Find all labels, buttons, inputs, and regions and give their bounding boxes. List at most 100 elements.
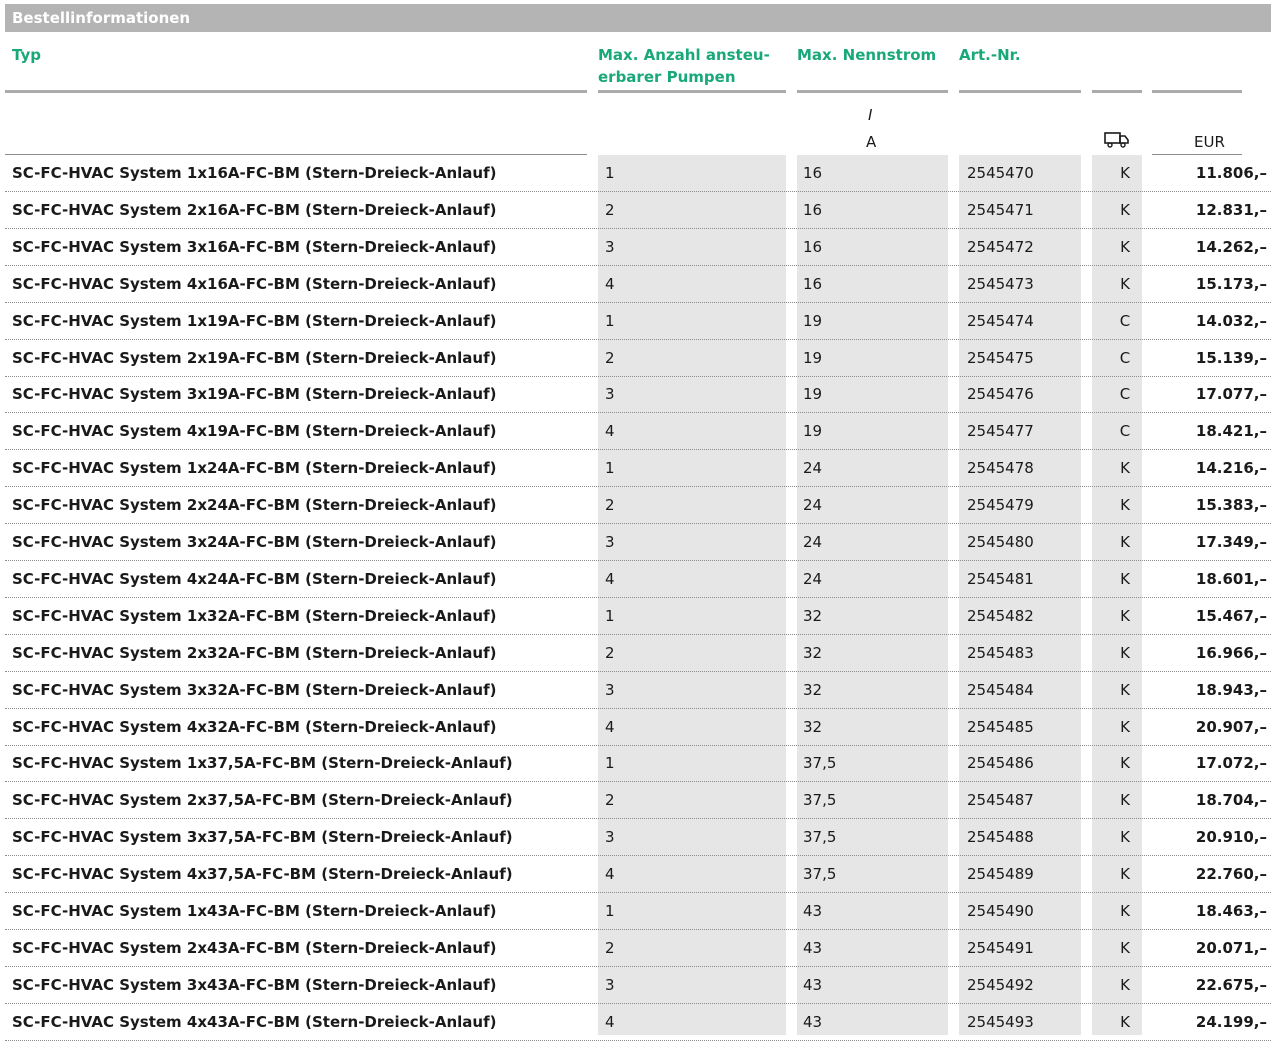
cell-typ: SC-FC-HVAC System 3x19A-FC-BM (Stern-Dre… xyxy=(12,385,497,404)
cell-delivery: K xyxy=(1120,459,1130,478)
cell-delivery: K xyxy=(1120,643,1130,662)
cell-typ: SC-FC-HVAC System 1x16A-FC-BM (Stern-Dre… xyxy=(12,164,497,182)
cell-price: 17.077,– xyxy=(1195,385,1267,404)
cell-delivery: K xyxy=(1120,533,1130,551)
cell-article: 2545478 xyxy=(967,459,1034,478)
cell-current: 16 xyxy=(803,274,823,293)
header-article: Art.-Nr. xyxy=(959,46,1021,64)
table-row: SC-FC-HVAC System 2x16A-FC-BM (Stern-Dre… xyxy=(5,192,1271,229)
cell-current: 24 xyxy=(803,459,823,478)
cell-delivery: K xyxy=(1120,1012,1130,1031)
cell-delivery: C xyxy=(1119,311,1131,330)
cell-price: 20.910,– xyxy=(1195,828,1267,847)
cell-current: 32 xyxy=(803,606,823,625)
cell-article: 2545487 xyxy=(967,791,1034,810)
cell-price: 17.072,– xyxy=(1195,754,1267,773)
cell-pumps: 4 xyxy=(605,569,615,588)
cell-pumps: 3 xyxy=(605,237,615,256)
cell-delivery: K xyxy=(1120,237,1130,256)
cell-typ: SC-FC-HVAC System 2x24A-FC-BM (Stern-Dre… xyxy=(12,496,497,515)
cell-delivery: K xyxy=(1120,791,1130,810)
header-pumps: Max. Anzahl ansteu- erbarer Pumpen xyxy=(598,44,770,88)
cell-article: 2545484 xyxy=(967,680,1034,699)
current-unit: A xyxy=(866,133,877,151)
cell-typ: SC-FC-HVAC System 1x43A-FC-BM (Stern-Dre… xyxy=(12,902,497,920)
cell-current: 19 xyxy=(803,422,823,441)
table-row: SC-FC-HVAC System 2x37,5A-FC-BM (Stern-D… xyxy=(5,782,1271,820)
cell-delivery: K xyxy=(1120,865,1130,884)
cell-article: 2545480 xyxy=(967,533,1034,551)
cell-price: 24.199,– xyxy=(1195,1012,1267,1031)
table-row: SC-FC-HVAC System 1x16A-FC-BM (Stern-Dre… xyxy=(5,155,1271,192)
cell-current: 16 xyxy=(803,164,823,182)
cell-price: 22.760,– xyxy=(1195,865,1267,884)
cell-pumps: 1 xyxy=(605,902,615,920)
cell-typ: SC-FC-HVAC System 1x24A-FC-BM (Stern-Dre… xyxy=(12,459,497,478)
cell-price: 18.601,– xyxy=(1195,569,1267,588)
cell-typ: SC-FC-HVAC System 2x19A-FC-BM (Stern-Dre… xyxy=(12,348,497,367)
cell-article: 2545476 xyxy=(967,385,1034,404)
table-row: SC-FC-HVAC System 3x32A-FC-BM (Stern-Dre… xyxy=(5,672,1271,709)
cell-article: 2545471 xyxy=(967,200,1034,219)
cell-typ: SC-FC-HVAC System 2x43A-FC-BM (Stern-Dre… xyxy=(12,938,497,957)
cell-article: 2545472 xyxy=(967,237,1034,256)
cell-price: 17.349,– xyxy=(1195,533,1267,551)
cell-current: 43 xyxy=(803,1012,823,1031)
cell-price: 15.383,– xyxy=(1195,496,1267,515)
cell-pumps: 2 xyxy=(605,791,615,810)
cell-pumps: 3 xyxy=(605,533,615,551)
cell-typ: SC-FC-HVAC System 2x37,5A-FC-BM (Stern-D… xyxy=(12,791,513,810)
header-current: Max. Nennstrom xyxy=(797,46,937,64)
cell-delivery: K xyxy=(1120,938,1130,957)
cell-pumps: 4 xyxy=(605,1012,615,1031)
cell-pumps: 3 xyxy=(605,975,615,994)
cell-price: 11.806,– xyxy=(1195,164,1267,182)
cell-current: 37,5 xyxy=(803,754,837,773)
cell-price: 14.032,– xyxy=(1195,311,1267,330)
cell-price: 14.216,– xyxy=(1195,459,1267,478)
cell-delivery: K xyxy=(1120,754,1130,773)
cell-pumps: 2 xyxy=(605,348,615,367)
cell-current: 32 xyxy=(803,643,823,662)
table-row: SC-FC-HVAC System 4x37,5A-FC-BM (Stern-D… xyxy=(5,856,1271,894)
table-row: SC-FC-HVAC System 1x24A-FC-BM (Stern-Dre… xyxy=(5,450,1271,488)
header-pumps-line2: erbarer Pumpen xyxy=(598,68,736,86)
table-row: SC-FC-HVAC System 3x43A-FC-BM (Stern-Dre… xyxy=(5,967,1271,1004)
cell-pumps: 3 xyxy=(605,680,615,699)
table-row: SC-FC-HVAC System 3x19A-FC-BM (Stern-Dre… xyxy=(5,376,1271,414)
cell-delivery: K xyxy=(1120,569,1130,588)
table-row: SC-FC-HVAC System 4x16A-FC-BM (Stern-Dre… xyxy=(5,266,1271,303)
cell-price: 22.675,– xyxy=(1195,975,1267,994)
table-row: SC-FC-HVAC System 2x19A-FC-BM (Stern-Dre… xyxy=(5,340,1271,377)
cell-typ: SC-FC-HVAC System 3x32A-FC-BM (Stern-Dre… xyxy=(12,680,497,699)
cell-article: 2545481 xyxy=(967,569,1034,588)
cell-pumps: 4 xyxy=(605,865,615,884)
cell-current: 37,5 xyxy=(803,791,837,810)
cell-delivery: C xyxy=(1119,348,1131,367)
cell-delivery: K xyxy=(1120,828,1130,847)
cell-pumps: 1 xyxy=(605,311,615,330)
cell-pumps: 3 xyxy=(605,828,615,847)
cell-price: 20.907,– xyxy=(1195,717,1267,736)
cell-article: 2545489 xyxy=(967,865,1034,884)
cell-current: 32 xyxy=(803,717,823,736)
header-rule xyxy=(959,90,1081,93)
header-pumps-line1: Max. Anzahl ansteu- xyxy=(598,46,770,64)
table-row: SC-FC-HVAC System 1x19A-FC-BM (Stern-Dre… xyxy=(5,303,1271,340)
cell-article: 2545477 xyxy=(967,422,1034,441)
table-row: SC-FC-HVAC System 4x24A-FC-BM (Stern-Dre… xyxy=(5,561,1271,598)
cell-typ: SC-FC-HVAC System 3x16A-FC-BM (Stern-Dre… xyxy=(12,237,497,256)
cell-delivery: K xyxy=(1120,274,1130,293)
cell-typ: SC-FC-HVAC System 2x16A-FC-BM (Stern-Dre… xyxy=(12,200,497,219)
cell-current: 19 xyxy=(803,348,823,367)
table-row: SC-FC-HVAC System 4x32A-FC-BM (Stern-Dre… xyxy=(5,709,1271,746)
cell-delivery: K xyxy=(1120,200,1130,219)
cell-typ: SC-FC-HVAC System 4x43A-FC-BM (Stern-Dre… xyxy=(12,1012,497,1031)
cell-typ: SC-FC-HVAC System 3x24A-FC-BM (Stern-Dre… xyxy=(12,533,497,551)
cell-article: 2545490 xyxy=(967,902,1034,920)
cell-delivery: K xyxy=(1120,975,1130,994)
cell-article: 2545479 xyxy=(967,496,1034,515)
header-typ: Typ xyxy=(12,46,41,64)
cell-article: 2545491 xyxy=(967,938,1034,957)
cell-current: 16 xyxy=(803,200,823,219)
